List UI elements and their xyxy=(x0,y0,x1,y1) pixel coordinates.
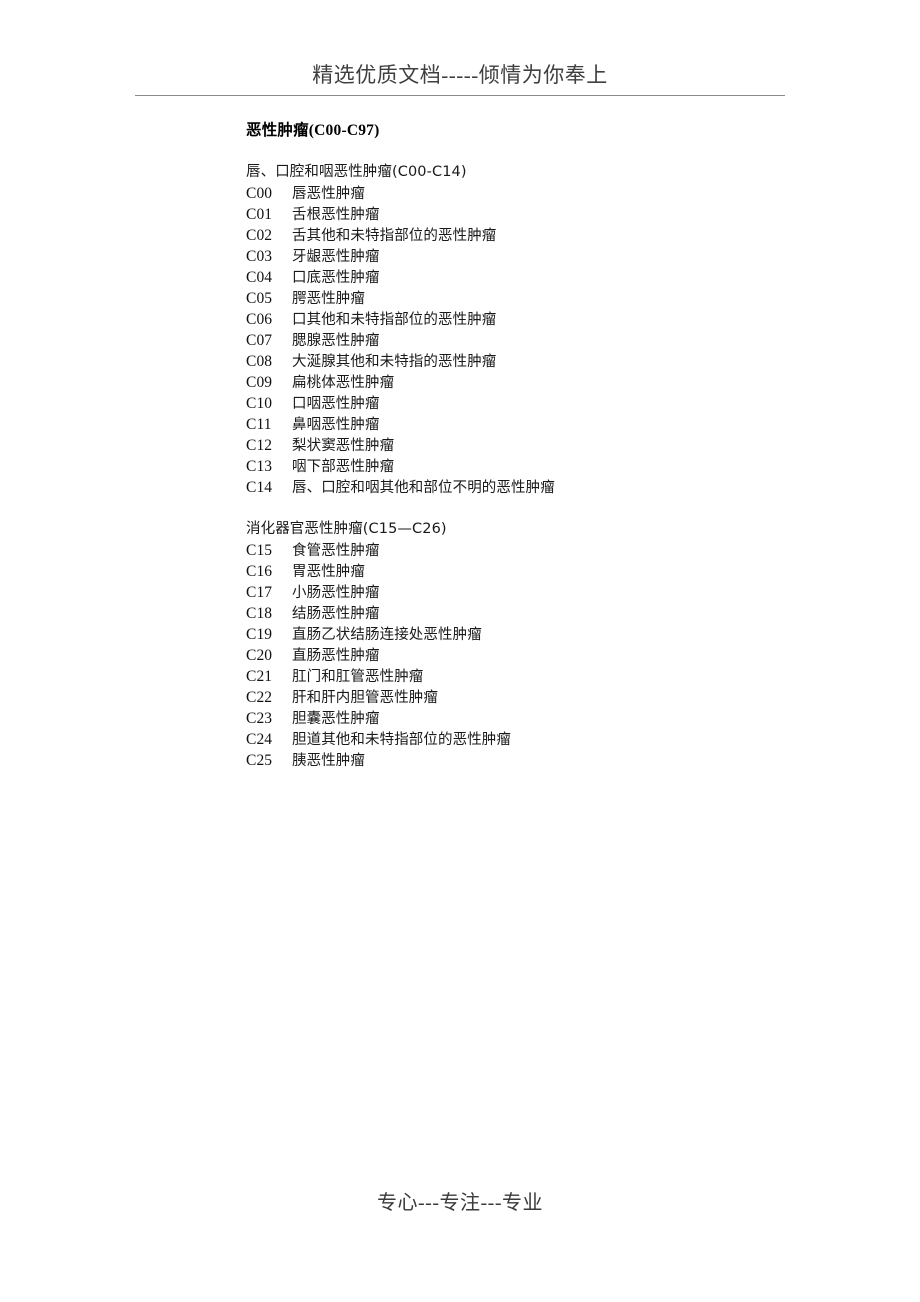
code-name-cell: 肝和肝内胆管恶性肿瘤 xyxy=(292,690,438,706)
code-row: C00 唇恶性肿瘤 xyxy=(246,183,866,204)
code-cell: C05 xyxy=(246,290,273,307)
code-cell: C11 xyxy=(246,416,272,433)
code-cell: C04 xyxy=(246,269,273,286)
code-row: C11 鼻咽恶性肿瘤 xyxy=(246,414,866,435)
code-name-cell: 舌根恶性肿瘤 xyxy=(292,207,380,223)
code-cell: C12 xyxy=(246,437,273,454)
code-row: C09 扁桃体恶性肿瘤 xyxy=(246,372,866,393)
code-cell: C01 xyxy=(246,206,273,223)
code-name-cell: 结肠恶性肿瘤 xyxy=(292,606,380,622)
code-cell: C22 xyxy=(246,689,273,706)
code-cell: C09 xyxy=(246,374,273,391)
code-name-cell: 梨状窦恶性肿瘤 xyxy=(292,438,395,454)
code-row: C02 舌其他和未特指部位的恶性肿瘤 xyxy=(246,225,866,246)
code-name-cell: 直肠乙状结肠连接处恶性肿瘤 xyxy=(292,627,482,643)
code-name-cell: 肛门和肛管恶性肿瘤 xyxy=(292,669,424,685)
code-cell: C07 xyxy=(246,332,273,349)
code-row: C10 口咽恶性肿瘤 xyxy=(246,393,866,414)
code-row: C12 梨状窦恶性肿瘤 xyxy=(246,435,866,456)
sections-container: 唇、口腔和咽恶性肿瘤(C00-C14) C00 唇恶性肿瘤 C01 舌根恶性肿瘤 C02 舌… xyxy=(246,162,866,771)
classification-section: 消化器官恶性肿瘤(C15—C26) C15 食管恶性肿瘤 C16 胃恶性肿瘤 C17 小肠恶… xyxy=(246,519,866,771)
code-row: C14 唇、口腔和咽其他和部位不明的恶性肿瘤 xyxy=(246,477,866,498)
code-name-cell: 唇恶性肿瘤 xyxy=(292,186,365,202)
code-name-cell: 鼻咽恶性肿瘤 xyxy=(292,417,380,433)
code-name-cell: 胰恶性肿瘤 xyxy=(292,753,365,769)
code-row: C17 小肠恶性肿瘤 xyxy=(246,582,866,603)
code-row: C01 舌根恶性肿瘤 xyxy=(246,204,866,225)
classification-section: 唇、口腔和咽恶性肿瘤(C00-C14) C00 唇恶性肿瘤 C01 舌根恶性肿瘤 C02 舌… xyxy=(246,162,866,498)
document-body: 恶性肿瘤(C00-C97) 唇、口腔和咽恶性肿瘤(C00-C14) C00 唇恶性肿… xyxy=(246,120,866,771)
code-row: C20 直肠恶性肿瘤 xyxy=(246,645,866,666)
code-name-cell: 胆道其他和未特指部位的恶性肿瘤 xyxy=(292,732,511,748)
code-cell: C14 xyxy=(246,479,273,496)
code-name-cell: 胃恶性肿瘤 xyxy=(292,564,365,580)
code-name-cell: 咽下部恶性肿瘤 xyxy=(292,459,395,475)
code-name-cell: 舌其他和未特指部位的恶性肿瘤 xyxy=(292,228,497,244)
code-cell: C10 xyxy=(246,395,273,412)
code-name-cell: 大涎腺其他和未特指的恶性肿瘤 xyxy=(292,354,497,370)
code-cell: C17 xyxy=(246,584,273,601)
code-name-cell: 口其他和未特指部位的恶性肿瘤 xyxy=(292,312,497,328)
code-row: C23 胆囊恶性肿瘤 xyxy=(246,708,866,729)
code-cell: C25 xyxy=(246,752,273,769)
code-cell: C06 xyxy=(246,311,273,328)
code-name-cell: 胆囊恶性肿瘤 xyxy=(292,711,380,727)
code-name-cell: 腭恶性肿瘤 xyxy=(292,291,365,307)
code-row: C18 结肠恶性肿瘤 xyxy=(246,603,866,624)
code-name-cell: 食管恶性肿瘤 xyxy=(292,543,380,559)
code-row: C25 胰恶性肿瘤 xyxy=(246,750,866,771)
code-row: C22 肝和肝内胆管恶性肿瘤 xyxy=(246,687,866,708)
code-name-cell: 腮腺恶性肿瘤 xyxy=(292,333,380,349)
code-cell: C21 xyxy=(246,668,273,685)
code-name-cell: 小肠恶性肿瘤 xyxy=(292,585,380,601)
code-cell: C18 xyxy=(246,605,273,622)
header-divider xyxy=(135,95,785,96)
section-heading: 消化器官恶性肿瘤(C15—C26) xyxy=(246,521,447,537)
code-name-cell: 直肠恶性肿瘤 xyxy=(292,648,380,664)
code-row: C21 肛门和肛管恶性肿瘤 xyxy=(246,666,866,687)
code-cell: C19 xyxy=(246,626,273,643)
code-cell: C02 xyxy=(246,227,273,244)
code-name-cell: 口底恶性肿瘤 xyxy=(292,270,380,286)
section-heading: 唇、口腔和咽恶性肿瘤(C00-C14) xyxy=(246,164,467,180)
code-cell: C00 xyxy=(246,185,273,202)
code-row: C15 食管恶性肿瘤 xyxy=(246,540,866,561)
code-cell: C20 xyxy=(246,647,273,664)
code-name-cell: 牙龈恶性肿瘤 xyxy=(292,249,380,265)
code-cell: C15 xyxy=(246,542,273,559)
page-footer: 专心---专注---专业 xyxy=(0,1190,920,1216)
page-header-text: 精选优质文档-----倾情为你奉上 xyxy=(312,63,608,87)
code-row: C06 口其他和未特指部位的恶性肿瘤 xyxy=(246,309,866,330)
code-row: C07 腮腺恶性肿瘤 xyxy=(246,330,866,351)
code-name-cell: 口咽恶性肿瘤 xyxy=(292,396,380,412)
code-row: C08 大涎腺其他和未特指的恶性肿瘤 xyxy=(246,351,866,372)
code-cell: C16 xyxy=(246,563,273,580)
code-cell: C24 xyxy=(246,731,273,748)
code-cell: C23 xyxy=(246,710,273,727)
code-row: C03 牙龈恶性肿瘤 xyxy=(246,246,866,267)
code-name-cell: 扁桃体恶性肿瘤 xyxy=(292,375,395,391)
code-cell: C13 xyxy=(246,458,273,475)
code-name-cell: 唇、口腔和咽其他和部位不明的恶性肿瘤 xyxy=(292,480,555,496)
code-row: C24 胆道其他和未特指部位的恶性肿瘤 xyxy=(246,729,866,750)
page-footer-text: 专心---专注---专业 xyxy=(377,1192,543,1214)
code-row: C04 口底恶性肿瘤 xyxy=(246,267,866,288)
page-title: 恶性肿瘤(C00-C97) xyxy=(246,122,380,139)
code-row: C13 咽下部恶性肿瘤 xyxy=(246,456,866,477)
code-row: C16 胃恶性肿瘤 xyxy=(246,561,866,582)
code-cell: C08 xyxy=(246,353,273,370)
code-row: C05 腭恶性肿瘤 xyxy=(246,288,866,309)
code-cell: C03 xyxy=(246,248,273,265)
page-header: 精选优质文档-----倾情为你奉上 xyxy=(0,62,920,88)
code-row: C19 直肠乙状结肠连接处恶性肿瘤 xyxy=(246,624,866,645)
